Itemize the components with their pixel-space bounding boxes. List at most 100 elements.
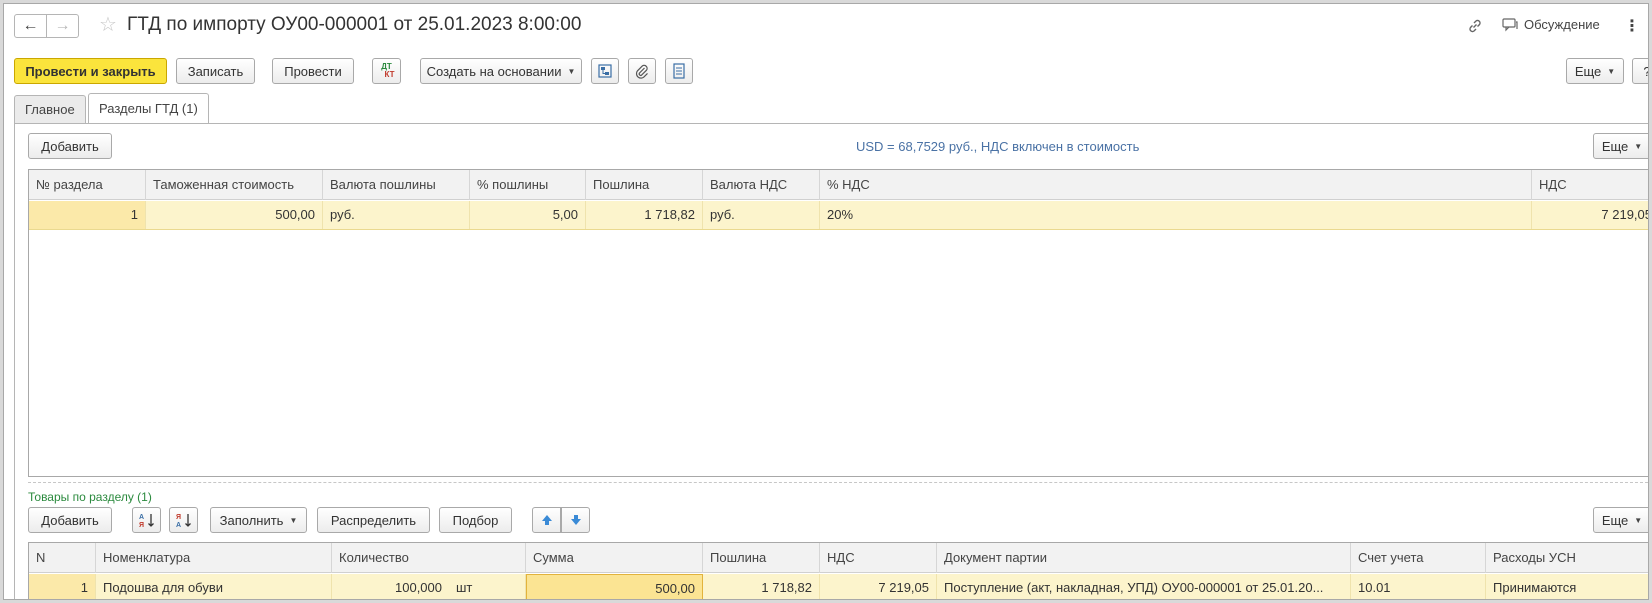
unit-cell[interactable]: шт (449, 574, 526, 599)
create-based-on-label: Создать на основании (426, 63, 562, 79)
fill-label: Заполнить (219, 512, 284, 528)
column-header[interactable]: Пошлина (586, 170, 703, 200)
column-header[interactable]: Сумма (526, 543, 703, 573)
create-based-on-button[interactable]: Создать на основании ▼ (420, 58, 582, 84)
column-header[interactable]: % НДС (820, 170, 1532, 200)
column-header[interactable]: % пошлины (470, 170, 586, 200)
back-button[interactable]: ← (14, 14, 47, 38)
duty-cell[interactable]: 1 718,82 (586, 201, 703, 229)
document-window: ← → ☆ ГТД по импорту ОУ00-000001 от 25.0… (3, 3, 1649, 600)
vat-currency-cell[interactable]: руб. (703, 201, 820, 229)
column-header[interactable]: N (29, 543, 96, 573)
add-goods-button[interactable]: Добавить (28, 507, 112, 533)
help-button[interactable]: ? (1632, 58, 1648, 84)
goods-more-label: Еще (1601, 512, 1629, 528)
discussion-label: Обсуждение (1524, 17, 1600, 32)
more-button[interactable]: Еще ▼ (1566, 58, 1624, 84)
column-header[interactable]: № раздела (29, 170, 146, 200)
chevron-down-icon: ▼ (289, 515, 298, 525)
quantity-cell[interactable]: 100,000 (332, 574, 449, 599)
sum-cell[interactable]: 500,00 (526, 574, 703, 599)
structure-button[interactable] (591, 58, 619, 84)
fill-button[interactable]: Заполнить ▼ (210, 507, 307, 533)
sections-more-button[interactable]: Еще ▼ (1593, 133, 1648, 159)
section-divider (28, 482, 1648, 483)
vat-percent-cell[interactable]: 20% (820, 201, 1532, 229)
column-header[interactable]: Валюта пошлины (323, 170, 470, 200)
window-menu-icon[interactable]: ⋮ (1624, 16, 1640, 36)
sort-descending-button[interactable]: Я А (169, 507, 198, 533)
tab-main[interactable]: Главное (14, 95, 86, 123)
column-header[interactable]: Расходы УСН (1486, 543, 1648, 573)
column-header[interactable]: НДС (1532, 170, 1648, 200)
chevron-down-icon: ▼ (1634, 141, 1643, 151)
sort-ascending-button[interactable]: А Я (132, 507, 161, 533)
column-header[interactable]: Пошлина (703, 543, 820, 573)
customs-value-cell[interactable]: 500,00 (146, 201, 323, 229)
add-section-button[interactable]: Добавить (28, 133, 112, 159)
chevron-down-icon: ▼ (567, 66, 576, 76)
distribute-button[interactable]: Распределить (317, 507, 430, 533)
goods-table-header: N Номенклатура Количество Сумма Пошлина … (29, 543, 1648, 573)
column-header[interactable]: НДС (820, 543, 937, 573)
duty-currency-cell[interactable]: руб. (323, 201, 470, 229)
link-icon[interactable] (1466, 17, 1484, 35)
column-header[interactable]: Счет учета (1351, 543, 1486, 573)
move-up-button[interactable] (532, 507, 561, 533)
svg-text:А: А (176, 522, 181, 529)
favorite-star-icon[interactable]: ☆ (99, 12, 117, 37)
chevron-down-icon: ▼ (1607, 66, 1616, 76)
title-bar: ← → ☆ ГТД по импорту ОУ00-000001 от 25.0… (4, 4, 1648, 44)
report-button[interactable] (665, 58, 693, 84)
post-button[interactable]: Провести (272, 58, 354, 84)
vat-cell[interactable]: 7 219,05 (820, 574, 937, 599)
arrow-down-icon (570, 515, 581, 525)
tab-gtd-sections[interactable]: Разделы ГТД (1) (88, 93, 209, 123)
chat-icon (1502, 17, 1518, 31)
column-header[interactable]: Номенклатура (96, 543, 332, 573)
table-row[interactable]: 1 Подошва для обуви 100,000 шт 500,00 1 … (29, 574, 1648, 599)
goods-more-button[interactable]: Еще ▼ (1593, 507, 1648, 533)
paperclip-icon (635, 64, 648, 79)
dt-kt-button[interactable]: ДТ КТ (372, 58, 401, 84)
column-header[interactable]: Валюта НДС (703, 170, 820, 200)
duty-percent-cell[interactable]: 5,00 (470, 201, 586, 229)
batch-document-cell[interactable]: Поступление (акт, накладная, УПД) ОУ00-0… (937, 574, 1351, 599)
sections-more-label: Еще (1601, 138, 1629, 154)
duty-cell[interactable]: 1 718,82 (703, 574, 820, 599)
goods-section-title: Товары по разделу (1) (28, 490, 152, 504)
discussion-button[interactable]: Обсуждение (1502, 17, 1600, 32)
structure-icon (598, 64, 612, 78)
goods-table[interactable]: N Номенклатура Количество Сумма Пошлина … (28, 542, 1648, 599)
move-down-button[interactable] (561, 507, 590, 533)
post-and-close-button[interactable]: Провести и закрыть (14, 58, 167, 84)
arrow-right-icon: → (54, 17, 71, 34)
svg-text:А: А (139, 514, 144, 521)
tab-panel-border (14, 123, 15, 599)
svg-text:Я: Я (139, 522, 144, 529)
usn-expenses-cell[interactable]: Принимаются (1486, 574, 1648, 599)
table-row[interactable]: 1 500,00 руб. 5,00 1 718,82 руб. 20% 7 2… (29, 201, 1648, 230)
line-number-cell[interactable]: 1 (29, 574, 96, 599)
column-header[interactable]: Таможенная стоимость (146, 170, 323, 200)
column-header[interactable]: Документ партии (937, 543, 1351, 573)
arrow-up-icon (541, 515, 552, 525)
chevron-down-icon: ▼ (1634, 515, 1643, 525)
column-header[interactable]: Количество (332, 543, 526, 573)
document-list-icon (673, 63, 685, 79)
select-button[interactable]: Подбор (439, 507, 512, 533)
section-number-cell[interactable]: 1 (29, 201, 146, 229)
page-title: ГТД по импорту ОУ00-000001 от 25.01.2023… (127, 14, 582, 35)
account-cell[interactable]: 10.01 (1351, 574, 1486, 599)
exchange-rate-info[interactable]: USD = 68,7529 руб., НДС включен в стоимо… (856, 139, 1139, 154)
sort-ascending-icon: А Я (139, 514, 154, 529)
item-cell[interactable]: Подошва для обуви (96, 574, 332, 599)
tab-divider (14, 123, 1648, 124)
sort-descending-icon: Я А (176, 514, 191, 529)
save-button[interactable]: Записать (176, 58, 255, 84)
forward-button[interactable]: → (46, 14, 79, 38)
sections-table[interactable]: № раздела Таможенная стоимость Валюта по… (28, 169, 1648, 477)
vat-cell[interactable]: 7 219,05 (1532, 201, 1648, 229)
attach-button[interactable] (628, 58, 656, 84)
sections-table-header: № раздела Таможенная стоимость Валюта по… (29, 170, 1648, 200)
